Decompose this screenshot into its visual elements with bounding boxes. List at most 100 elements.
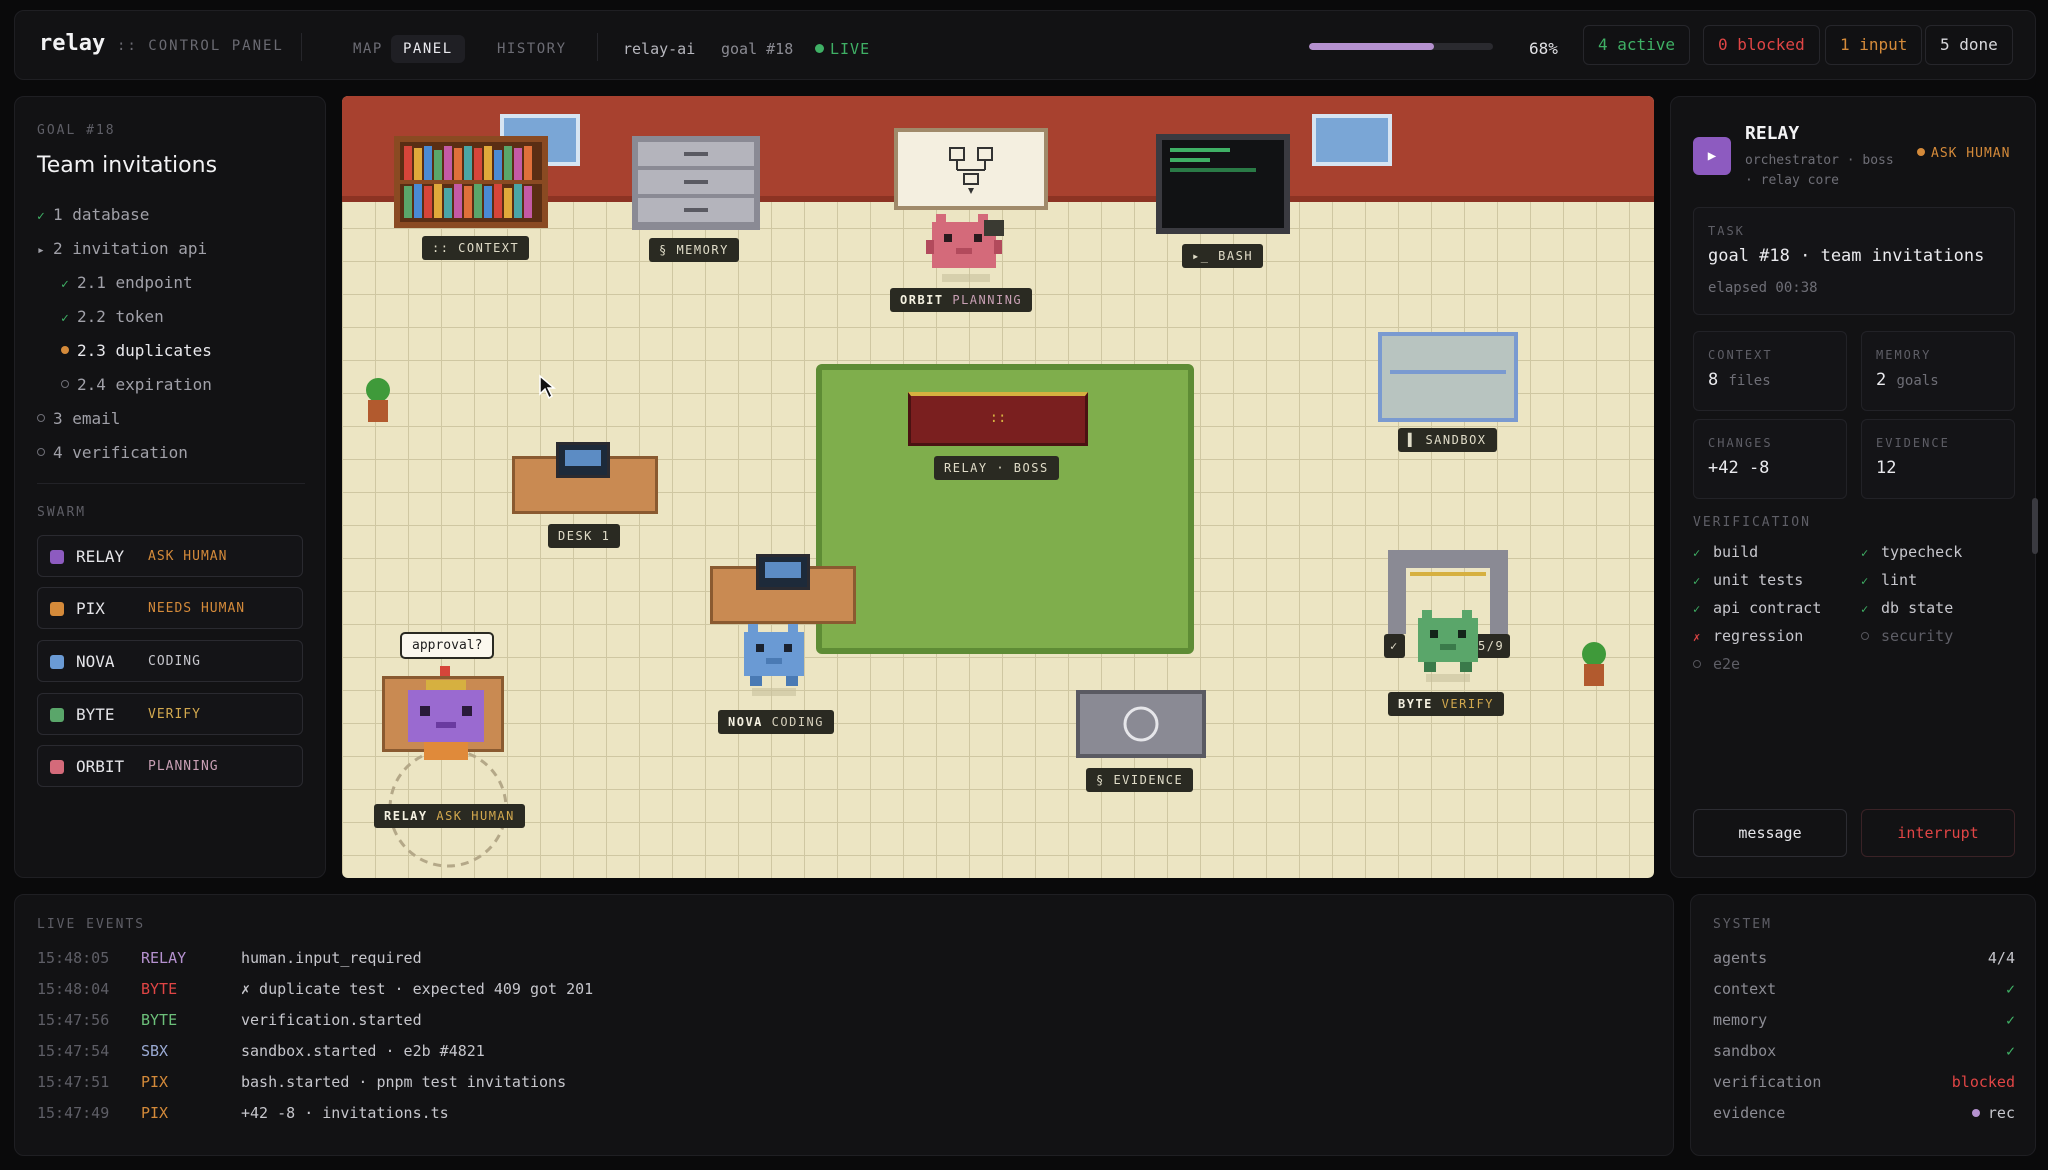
sandbox-box[interactable] (1378, 332, 1518, 422)
agent-status: ASK HUMAN (148, 549, 228, 564)
system-row-verification: verification blocked (1713, 1073, 2015, 1091)
check-db-state: ✓ db state (1861, 599, 1954, 617)
swarm-label: SWARM (37, 505, 87, 520)
boss-label: RELAY · BOSS (934, 456, 1059, 480)
system-row-agents: agents 4/4 (1713, 949, 2015, 967)
task-item[interactable]: ▸ 2 invitation api (37, 239, 207, 261)
orbit-map-label: ORBIT PLANNING (890, 288, 1033, 312)
task-item[interactable]: ✓ 2.2 token (61, 307, 164, 329)
agent-name: PIX (76, 599, 105, 618)
evidence-label: EVIDENCE (1876, 436, 1950, 450)
evidence-card[interactable]: EVIDENCE 12 (1861, 419, 2015, 499)
pending-circle-icon (37, 448, 45, 456)
check-icon: ✓ (1693, 574, 1701, 588)
context-label: :: CONTEXT (422, 236, 530, 260)
check-icon: ✓ (1693, 602, 1701, 616)
agent-name: RELAY (76, 547, 125, 566)
orbit-agent-sprite[interactable] (922, 200, 1006, 284)
swarm-agent-nova[interactable]: NOVA CODING (37, 640, 303, 682)
agent-status: NEEDS HUMAN (148, 601, 246, 616)
live-events-panel: LIVE EVENTS 15:48:05 RELAY human.input_req… (14, 894, 1674, 1156)
memory-card[interactable]: MEMORY 2 goals (1861, 331, 2015, 411)
input-count-badge[interactable]: 1 input (1825, 25, 1923, 65)
interrupt-button[interactable]: interrupt (1861, 809, 2015, 857)
caret-right-icon: ▸ (37, 243, 45, 258)
system-row-memory: memory ✓ (1713, 1011, 2015, 1029)
boss-desk[interactable]: :: (908, 392, 1088, 446)
task-item[interactable]: 4 verification (37, 443, 188, 463)
evidence-value: 12 (1876, 458, 1897, 478)
task-item[interactable]: ✓ 2.1 endpoint (61, 273, 193, 295)
task-item-current[interactable]: 2.3 duplicates (61, 341, 212, 361)
check-typecheck: ✓ typecheck (1861, 543, 1963, 561)
scrollbar-thumb[interactable] (2032, 498, 2038, 554)
project-name: relay-ai (623, 40, 696, 58)
check-security: security (1861, 627, 1953, 645)
goal-label: GOAL #18 (37, 123, 116, 138)
check-icon: ✓ (1861, 602, 1869, 616)
changes-label: CHANGES (1708, 436, 1773, 450)
context-card[interactable]: CONTEXT 8 files (1693, 331, 1847, 411)
check-icon: ✓ (37, 209, 45, 224)
nova-agent-sprite[interactable] (734, 616, 814, 696)
window (1312, 114, 1392, 166)
tab-history[interactable]: HISTORY (485, 35, 579, 63)
bash-terminal[interactable] (1156, 134, 1290, 234)
divider (301, 33, 302, 61)
mouse-cursor-icon (539, 374, 556, 400)
task-card: TASK goal #18 · team invitations elapsed… (1693, 207, 2015, 315)
context-value: 8 files (1708, 370, 1771, 390)
active-count-badge[interactable]: 4 active (1583, 25, 1691, 65)
pending-circle-icon (37, 414, 45, 422)
task-item[interactable]: ✓ 1 database (37, 205, 149, 227)
byte-agent-sprite[interactable] (1408, 602, 1488, 682)
filing-cabinet-memory[interactable] (632, 136, 760, 230)
check-icon: ✓ (1861, 546, 1869, 560)
divider (597, 33, 598, 61)
swarm-agent-orbit[interactable]: ORBIT PLANNING (37, 745, 303, 787)
swarm-agent-byte[interactable]: BYTE VERIFY (37, 693, 303, 735)
task-label: TASK (1708, 224, 1745, 238)
relay-agent-sprite[interactable] (398, 666, 494, 770)
evidence-label: § EVIDENCE (1086, 768, 1194, 792)
elapsed-time: elapsed 00:38 (1708, 280, 1818, 296)
agent-name: BYTE (76, 705, 115, 724)
agent-name: NOVA (76, 652, 115, 671)
check-icon: ✓ (1861, 574, 1869, 588)
tab-map[interactable]: MAP (341, 35, 395, 63)
play-icon[interactable]: ▶ (1693, 137, 1731, 175)
changes-card[interactable]: CHANGES +42 -8 (1693, 419, 1847, 499)
swarm-agent-pix[interactable]: PIX NEEDS HUMAN (37, 587, 303, 629)
live-indicator: LIVE (815, 35, 870, 63)
memory-value: 2 goals (1876, 370, 1939, 390)
system-label: SYSTEM (1713, 917, 1772, 932)
check-icon: ✓ (1693, 546, 1701, 560)
whiteboard[interactable] (894, 128, 1048, 210)
memory-label: § MEMORY (649, 238, 739, 262)
office-map[interactable]: :: CONTEXT § MEMORY ORBIT PLANNING ▸_ BA… (342, 96, 1654, 878)
in-progress-dot-icon (61, 346, 69, 354)
status-dot-icon (1917, 148, 1925, 156)
agent-detail-panel: ▶ RELAY orchestrator · boss · relay core … (1670, 96, 2036, 878)
task-item[interactable]: 3 email (37, 409, 120, 429)
pending-circle-icon (1693, 660, 1701, 668)
relay-map-label: RELAY ASK HUMAN (374, 804, 525, 828)
bookshelf-context[interactable] (394, 136, 548, 228)
recording-indicator: rec (1972, 1104, 2015, 1122)
task-item[interactable]: 2.4 expiration (61, 375, 212, 395)
top-bar: relay :: CONTROL PANEL MAP PANEL HISTORY… (14, 10, 2036, 80)
goal-title: Team invitations (37, 153, 218, 178)
check-api-contract: ✓ api contract (1693, 599, 1822, 617)
tab-panel[interactable]: PANEL (391, 35, 465, 63)
agent-detail-status: ASK HUMAN (1917, 146, 2010, 161)
swarm-agent-relay[interactable]: RELAY ASK HUMAN (37, 535, 303, 577)
sandbox-label: ▌ SANDBOX (1398, 428, 1497, 452)
evidence-safe[interactable] (1076, 690, 1206, 758)
message-button[interactable]: message (1693, 809, 1847, 857)
potted-plant (366, 378, 390, 422)
approval-speech-bubble[interactable]: approval? (400, 632, 495, 659)
blocked-count-badge[interactable]: 0 blocked (1703, 25, 1820, 65)
done-count-badge[interactable]: 5 done (1925, 25, 2013, 65)
divider (37, 483, 305, 484)
check-regression: ✗ regression (1693, 627, 1804, 645)
